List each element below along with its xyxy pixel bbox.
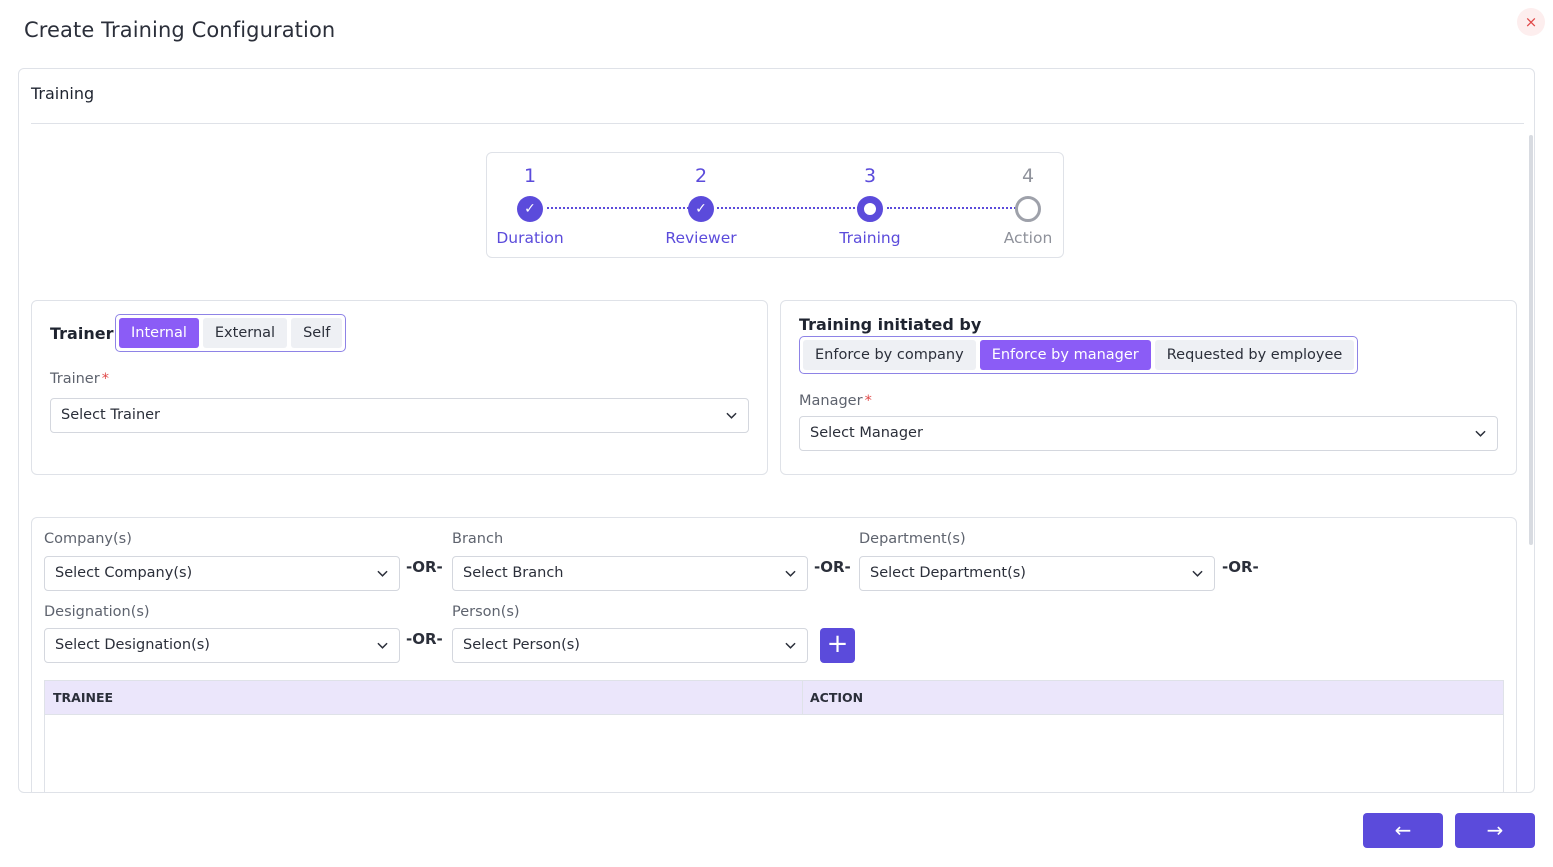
step-label: Action — [1003, 229, 1053, 247]
requested-by-employee-button[interactable]: Requested by employee — [1154, 340, 1355, 370]
trainee-table: TRAINEE ACTION — [44, 680, 1504, 792]
trainee-filter-card: Company(s) Select Company(s) -OR- Branch… — [31, 517, 1517, 792]
close-icon[interactable]: × — [1517, 8, 1545, 36]
manager-field-label: Manager * — [799, 393, 872, 409]
trainer-card: Trainer Internal External Self Trainer * … — [31, 300, 768, 475]
stepper: 1 ✓ Duration 2 ✓ Reviewer 3 Training 4 A… — [486, 152, 1064, 258]
designation-select-value: Select Designation(s) — [55, 637, 210, 653]
or-separator: -OR- — [406, 558, 443, 576]
pending-step-icon — [1015, 196, 1041, 222]
arrow-left-icon: ← — [1394, 818, 1412, 842]
branch-label: Branch — [452, 531, 504, 547]
panel-divider — [31, 123, 1524, 124]
branch-select-value: Select Branch — [463, 565, 564, 581]
chevron-down-icon — [726, 412, 737, 419]
trainer-title: Trainer — [50, 324, 114, 343]
dialog-title: Create Training Configuration — [24, 18, 336, 42]
add-trainee-button[interactable]: + — [820, 628, 855, 663]
or-separator: -OR- — [814, 558, 851, 576]
department-select[interactable]: Select Department(s) — [859, 556, 1215, 591]
required-mark: * — [864, 393, 872, 409]
active-step-icon — [857, 196, 883, 222]
step-number: 4 — [1021, 165, 1035, 187]
chevron-down-icon — [1475, 430, 1486, 437]
step-number: 3 — [863, 165, 877, 187]
designation-label: Designation(s) — [44, 604, 150, 620]
step-number: 1 — [523, 165, 537, 187]
step-label: Training — [839, 229, 901, 247]
company-select-value: Select Company(s) — [55, 565, 193, 581]
trainer-internal-button[interactable]: Internal — [119, 318, 199, 348]
action-column-header: ACTION — [810, 690, 864, 705]
scrollbar[interactable] — [1529, 135, 1533, 545]
check-icon: ✓ — [688, 196, 714, 222]
panel-title: Training — [31, 84, 95, 103]
required-mark: * — [101, 371, 109, 387]
initiated-by-toggle: Enforce by company Enforce by manager Re… — [799, 336, 1359, 374]
trainee-column-header: TRAINEE — [53, 690, 114, 705]
initiated-title: Training initiated by — [799, 315, 982, 334]
step-reviewer[interactable]: 2 ✓ Reviewer — [651, 164, 751, 247]
trainer-external-button[interactable]: External — [202, 318, 288, 348]
check-icon: ✓ — [517, 196, 543, 222]
manager-select-value: Select Manager — [810, 425, 923, 441]
trainer-select-value: Select Trainer — [61, 407, 161, 423]
person-label: Person(s) — [452, 604, 520, 620]
person-select[interactable]: Select Person(s) — [452, 628, 808, 663]
manager-label-text: Manager — [799, 393, 863, 409]
step-number: 2 — [694, 165, 708, 187]
chevron-down-icon — [1192, 570, 1203, 577]
step-action[interactable]: 4 Action — [978, 164, 1078, 247]
back-button[interactable]: ← — [1363, 813, 1443, 848]
or-separator: -OR- — [1222, 558, 1259, 576]
initiated-card: Training initiated by Enforce by company… — [780, 300, 1517, 475]
chevron-down-icon — [377, 642, 388, 649]
trainer-self-button[interactable]: Self — [291, 318, 343, 348]
step-label: Duration — [496, 229, 564, 247]
next-button[interactable]: → — [1455, 813, 1535, 848]
step-training[interactable]: 3 Training — [820, 164, 920, 247]
person-select-value: Select Person(s) — [463, 637, 580, 653]
trainer-type-toggle: Internal External Self — [115, 314, 347, 352]
department-label: Department(s) — [859, 531, 966, 547]
designation-select[interactable]: Select Designation(s) — [44, 628, 400, 663]
chevron-down-icon — [785, 570, 796, 577]
company-label: Company(s) — [44, 531, 132, 547]
trainer-select[interactable]: Select Trainer — [50, 398, 749, 433]
training-panel: Training 1 ✓ Duration 2 ✓ Reviewer 3 Tra… — [18, 68, 1535, 793]
dialog-header: Create Training Configuration × — [0, 0, 1553, 66]
enforce-by-manager-button[interactable]: Enforce by manager — [979, 340, 1151, 370]
enforce-by-company-button[interactable]: Enforce by company — [803, 340, 976, 370]
company-select[interactable]: Select Company(s) — [44, 556, 400, 591]
step-label: Reviewer — [665, 229, 737, 247]
table-header: TRAINEE ACTION — [45, 681, 1503, 715]
step-duration[interactable]: 1 ✓ Duration — [480, 164, 580, 247]
or-separator: -OR- — [406, 630, 443, 648]
department-select-value: Select Department(s) — [870, 565, 1026, 581]
chevron-down-icon — [785, 642, 796, 649]
trainer-label-text: Trainer — [50, 371, 100, 387]
plus-icon: + — [826, 629, 849, 659]
chevron-down-icon — [377, 570, 388, 577]
arrow-right-icon: → — [1486, 818, 1504, 842]
trainer-field-label: Trainer * — [50, 371, 109, 387]
branch-select[interactable]: Select Branch — [452, 556, 808, 591]
manager-select[interactable]: Select Manager — [799, 416, 1498, 451]
